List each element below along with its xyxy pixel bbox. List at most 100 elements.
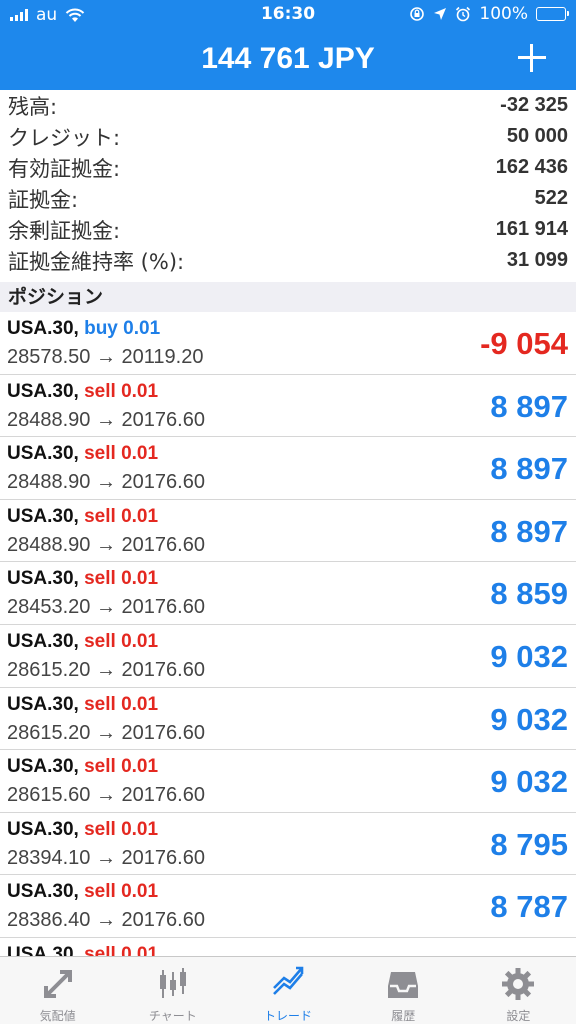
quotes-icon: [43, 970, 72, 998]
summary-value: 50 000: [506, 125, 568, 147]
arrow-right-icon: →: [95, 658, 116, 681]
position-symbol: USA.30,: [7, 318, 79, 339]
position-row[interactable]: USA.30, sell 0.01 28615.20 → 20176.60 9 03…: [0, 688, 576, 751]
position-symbol: USA.30,: [7, 568, 79, 590]
summary-row: 余剰証拠金: 161 914: [0, 214, 576, 245]
position-prices: 28615.20 → 20176.60: [7, 659, 205, 682]
summary-value: 161 914: [495, 218, 568, 240]
position-prices: 28453.20 → 20176.60: [7, 596, 205, 619]
tab-history-inbox[interactable]: 履歴: [346, 957, 461, 1024]
status-right: 100%: [409, 4, 569, 24]
position-title: USA.30, sell 0.01: [7, 944, 158, 956]
position-side-lots: sell 0.01: [84, 756, 159, 778]
position-title: USA.30, sell 0.01: [7, 694, 158, 716]
position-row[interactable]: USA.30, sell 0.01 28488.90 → 20176.60 8 89…: [0, 500, 576, 563]
position-title: USA.30, sell 0.01: [7, 568, 158, 590]
position-profit: 9 032: [490, 701, 568, 737]
current-price: 20176.60: [121, 721, 205, 744]
current-price: 20176.60: [121, 909, 205, 932]
summary-value: 31 099: [506, 249, 568, 271]
position-prices: 28394.10 → 20176.60: [7, 847, 205, 870]
arrow-right-icon: →: [95, 533, 116, 556]
position-row[interactable]: USA.30, sell 0.01 28394.10 → 20176.60 8 79…: [0, 813, 576, 876]
position-prices: 28386.40 → 20176.60: [7, 909, 205, 932]
summary-row: クレジット: 50 000: [0, 121, 576, 152]
battery-percent: 100%: [479, 4, 528, 24]
position-title: USA.30, buy 0.01: [7, 318, 160, 340]
position-profit: 8 859: [490, 576, 568, 612]
tab-gear[interactable]: 設定: [461, 957, 576, 1024]
nav-bar: 144 761 JPY: [0, 30, 576, 90]
position-row[interactable]: USA.30, sell 0.01 28615.20 → 20176.60 9 03…: [0, 625, 576, 688]
position-prices: 28488.90 → 20176.60: [7, 409, 205, 432]
open-price: 28615.20: [7, 658, 91, 681]
app-header: au 16:30 100% 144 761 JPY: [0, 0, 576, 90]
page-title: 144 761 JPY: [201, 42, 375, 75]
tab-trade[interactable]: トレード: [230, 957, 345, 1024]
alarm-icon: [456, 6, 471, 22]
position-side-lots: sell 0.01: [84, 881, 159, 903]
tab-label: 履歴: [391, 1009, 416, 1023]
summary-label: 余剰証拠金:: [8, 218, 121, 243]
position-row[interactable]: USA.30, buy 0.01 28578.50 → 20119.20 -9 05…: [0, 312, 576, 375]
position-prices: 28615.20 → 20176.60: [7, 722, 205, 745]
current-price: 20176.60: [121, 596, 205, 619]
position-symbol: USA.30,: [7, 505, 79, 527]
open-price: 28394.10: [7, 846, 91, 869]
arrow-right-icon: →: [95, 784, 116, 807]
open-price: 28615.20: [7, 721, 91, 744]
arrow-right-icon: →: [95, 346, 116, 368]
position-symbol: USA.30,: [7, 630, 79, 652]
position-symbol: USA.30,: [7, 380, 79, 402]
position-prices: 28488.90 → 20176.60: [7, 534, 205, 557]
tab-quotes[interactable]: 気配値: [0, 957, 115, 1024]
gear-icon: [502, 968, 535, 1000]
position-prices: 28578.50 → 20119.20: [7, 346, 203, 369]
summary-value: 522: [534, 187, 568, 209]
position-row[interactable]: USA.30, sell 0.01: [0, 938, 576, 956]
position-row[interactable]: USA.30, sell 0.01 28453.20 → 20176.60 8 85…: [0, 562, 576, 625]
summary-label: 残高:: [8, 94, 58, 119]
position-title: USA.30, sell 0.01: [7, 506, 158, 528]
position-side-lots: sell 0.01: [84, 693, 159, 715]
current-price: 20176.60: [121, 408, 205, 431]
tab-label: チャート: [148, 1009, 197, 1023]
arrow-right-icon: →: [95, 596, 116, 619]
position-prices: 28488.90 → 20176.60: [7, 471, 205, 494]
account-summary: 残高: -32 325 クレジット: 50 000 有効証拠金: 162 436 証拠金: 5…: [0, 90, 576, 276]
position-symbol: USA.30,: [7, 443, 79, 465]
current-price: 20176.60: [121, 658, 205, 681]
current-price: 20119.20: [121, 346, 204, 368]
open-price: 28386.40: [7, 909, 91, 932]
position-profit: -9 054: [480, 326, 568, 361]
plus-icon[interactable]: [516, 42, 548, 74]
open-price: 28488.90: [7, 471, 91, 494]
summary-label: 有効証拠金:: [8, 156, 121, 181]
position-prices: 28615.60 → 20176.60: [7, 784, 205, 807]
location-icon: [434, 8, 447, 20]
summary-row: 残高: -32 325: [0, 90, 576, 121]
current-price: 20176.60: [121, 846, 205, 869]
position-title: USA.30, sell 0.01: [7, 443, 158, 465]
position-profit: 9 032: [490, 638, 568, 674]
position-row[interactable]: USA.30, sell 0.01 28615.60 → 20176.60 9 03…: [0, 750, 576, 813]
position-side-lots: sell 0.01: [84, 568, 159, 590]
position-title: USA.30, sell 0.01: [7, 881, 158, 903]
position-title: USA.30, sell 0.01: [7, 631, 158, 653]
position-row[interactable]: USA.30, sell 0.01 28488.90 → 20176.60 8 89…: [0, 375, 576, 438]
position-side-lots: sell 0.01: [84, 818, 159, 840]
position-profit: 8 897: [490, 451, 568, 487]
position-profit: 8 897: [490, 513, 568, 549]
position-side-lots: buy 0.01: [84, 318, 161, 339]
position-row[interactable]: USA.30, sell 0.01 28488.90 → 20176.60 8 89…: [0, 437, 576, 500]
arrow-right-icon: →: [95, 846, 116, 869]
position-symbol: USA.30,: [7, 881, 79, 903]
tab-chart-candles[interactable]: チャート: [115, 957, 230, 1024]
tab-label: トレード: [264, 1009, 313, 1023]
positions-list[interactable]: USA.30, buy 0.01 28578.50 → 20119.20 -9 05…: [0, 312, 576, 956]
position-profit: 9 032: [490, 764, 568, 800]
position-row[interactable]: USA.30, sell 0.01 28386.40 → 20176.60 8 78…: [0, 875, 576, 938]
arrow-right-icon: →: [95, 721, 116, 744]
position-profit: 8 897: [490, 388, 568, 424]
status-bar: au 16:30 100%: [0, 0, 576, 30]
